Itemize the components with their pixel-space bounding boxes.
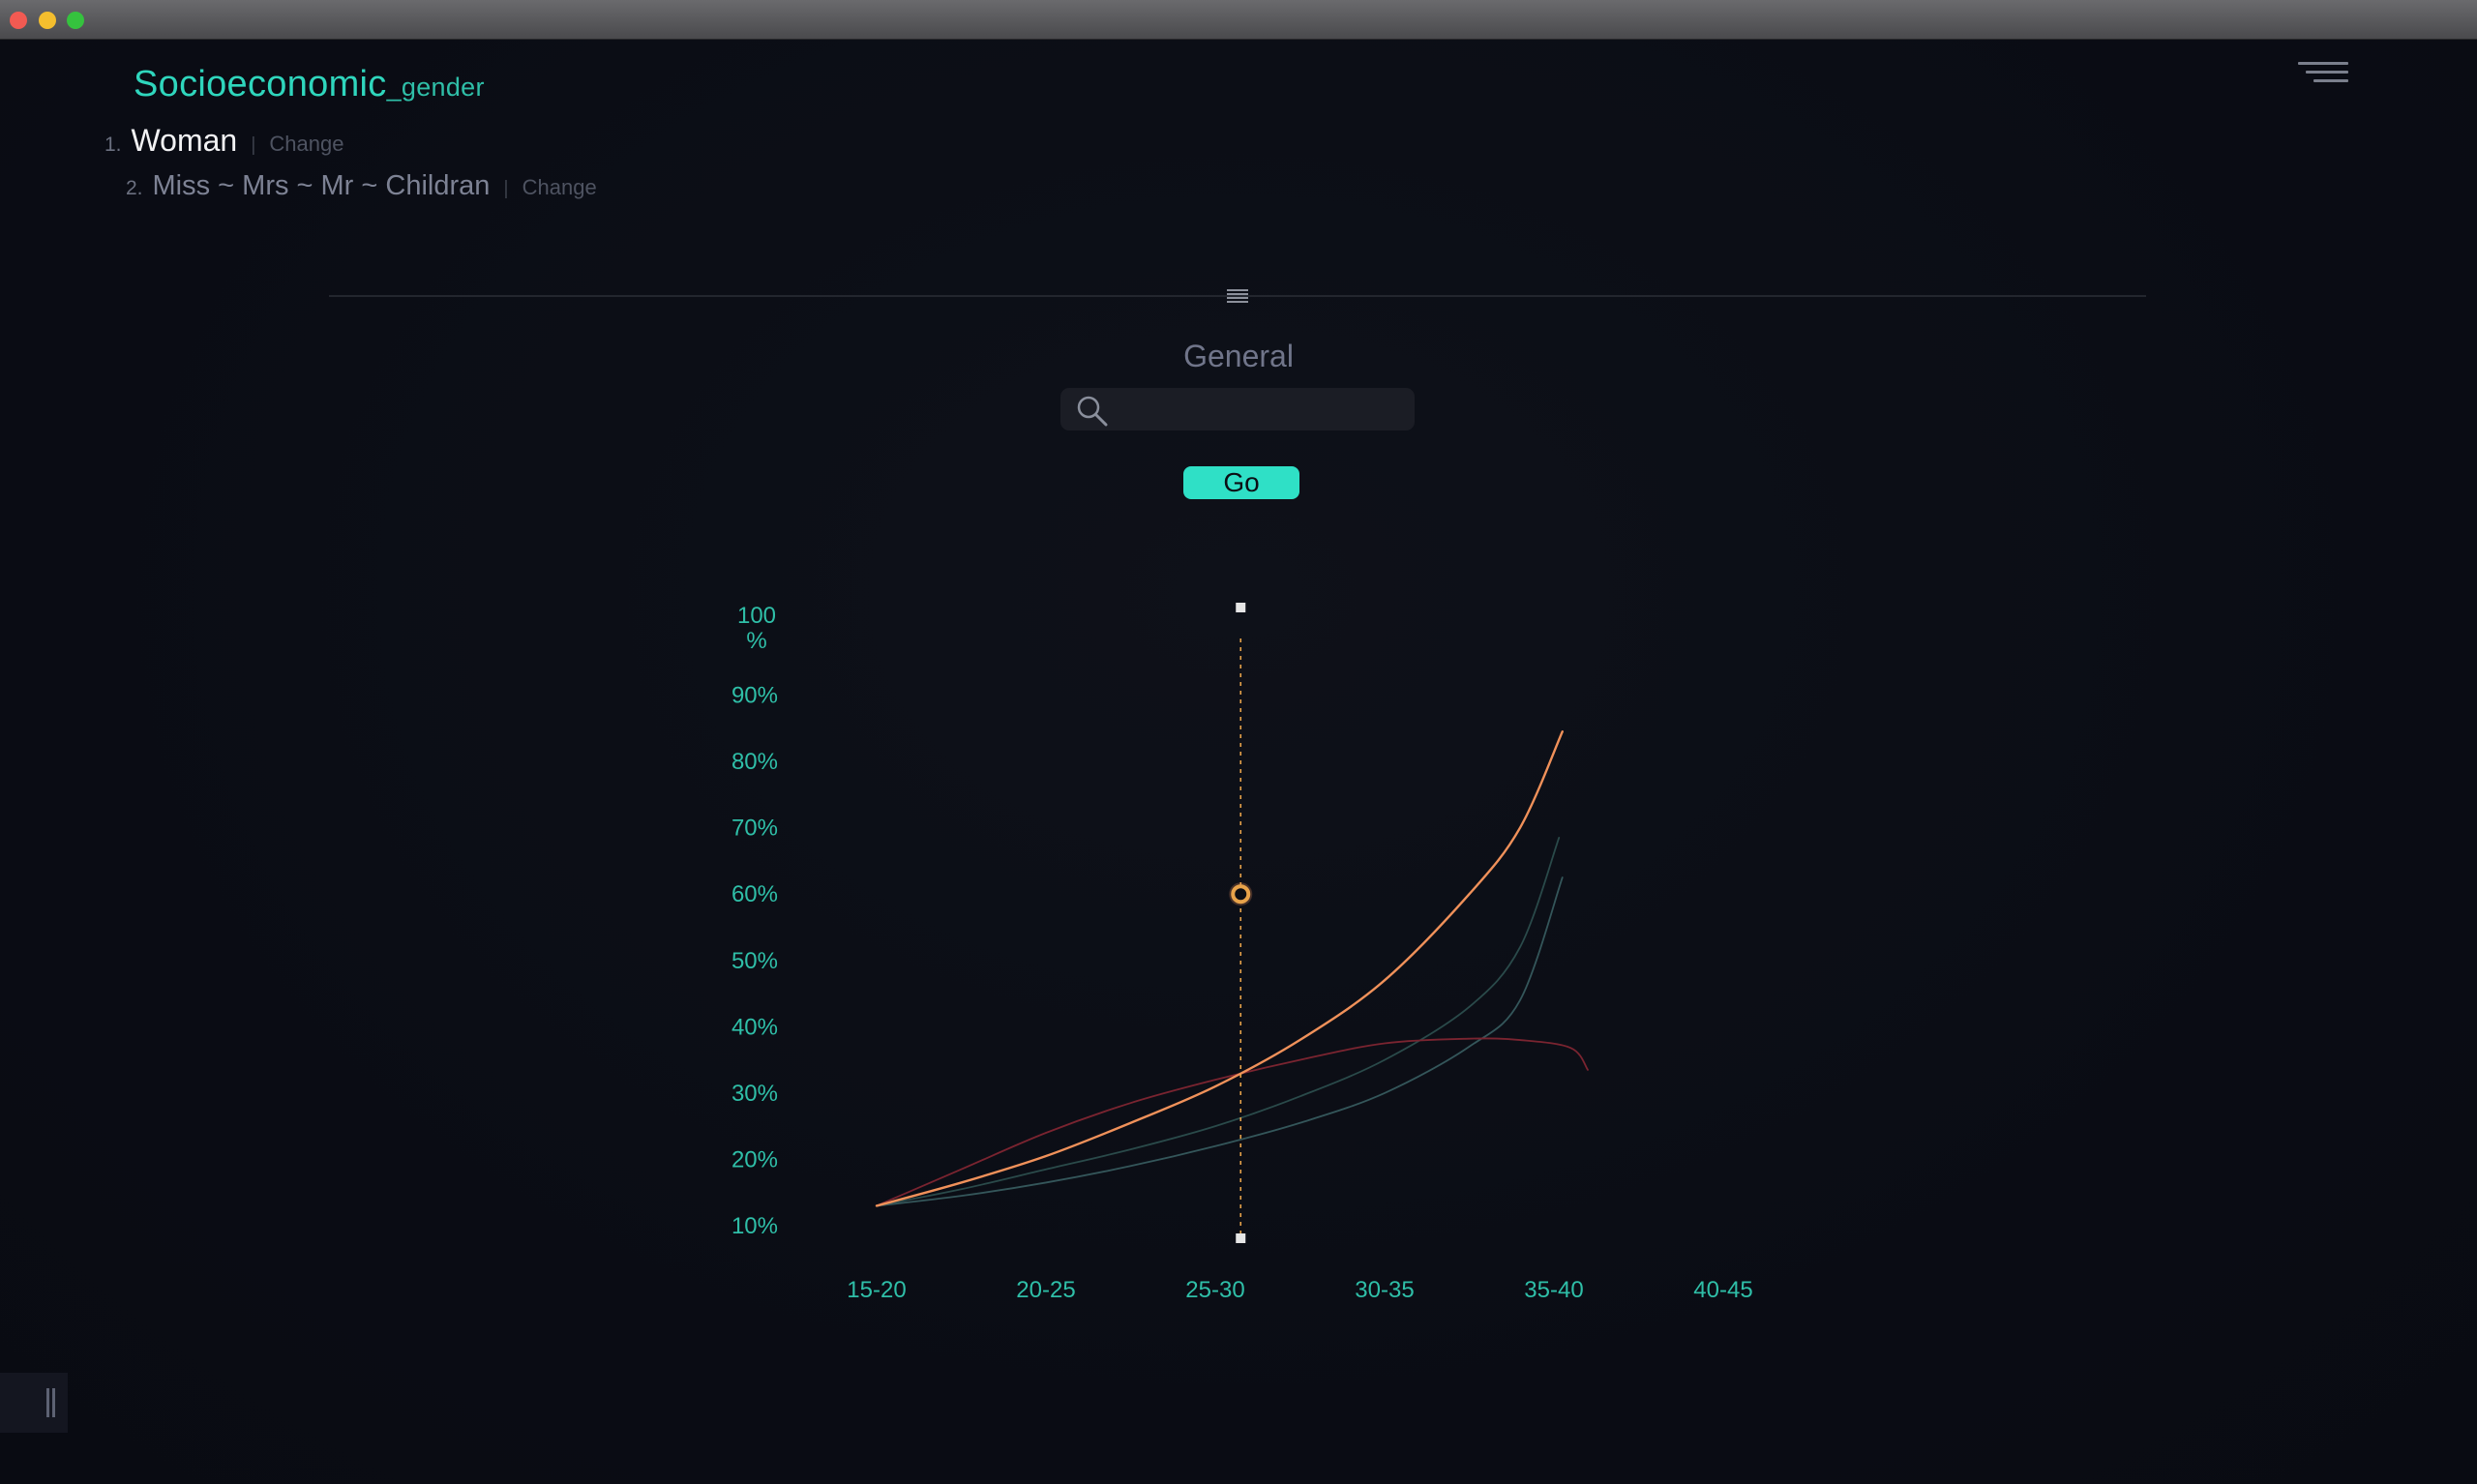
y-tick-label: 80%	[731, 749, 778, 775]
y-tick-label: 60%	[731, 881, 778, 907]
y-tick-label: 40%	[731, 1014, 778, 1040]
x-tick-label: 30-35	[1355, 1277, 1414, 1303]
series-line	[876, 876, 1564, 1207]
line-chart: 100 % 90% 80% 70% 60% 50% 40% 30% 20% 10% 15-20 20-…	[731, 603, 1753, 1303]
x-tick-label: 15-20	[847, 1277, 906, 1303]
y-tick-label: 10%	[731, 1213, 778, 1239]
x-tick-label: 40-45	[1693, 1277, 1752, 1303]
x-tick-label: 25-30	[1185, 1277, 1244, 1303]
series-line	[876, 1037, 1589, 1207]
cursor-bottom-handle[interactable]	[1236, 1233, 1246, 1243]
y-tick-label: 30%	[731, 1081, 778, 1107]
x-axis: 15-20 20-25 25-30 30-35 35-40 40-45	[847, 1277, 1752, 1303]
y-tick-label: 90%	[731, 683, 778, 709]
y-tick-label: 20%	[731, 1146, 778, 1172]
app-window: Socioeconomic_gender 1. Woman | Change 2. Mi…	[0, 0, 2477, 1484]
x-tick-label: 20-25	[1016, 1277, 1075, 1303]
y-tick-label: 50%	[731, 948, 778, 974]
y-axis: 100 % 90% 80% 70% 60% 50% 40% 30% 20% 10%	[731, 603, 778, 1239]
x-tick-label: 35-40	[1524, 1277, 1583, 1303]
chart-series	[875, 730, 1589, 1207]
sidebar-toggle-handle[interactable]	[0, 1373, 68, 1433]
cursor-marker[interactable]	[1231, 884, 1251, 905]
series-line	[876, 837, 1561, 1207]
chart-cursor[interactable]	[1229, 603, 1253, 1243]
y-tick-label: 70%	[731, 816, 778, 842]
series-line	[875, 730, 1564, 1207]
y-tick-label: 100%	[737, 603, 776, 654]
cursor-top-handle[interactable]	[1236, 603, 1246, 612]
